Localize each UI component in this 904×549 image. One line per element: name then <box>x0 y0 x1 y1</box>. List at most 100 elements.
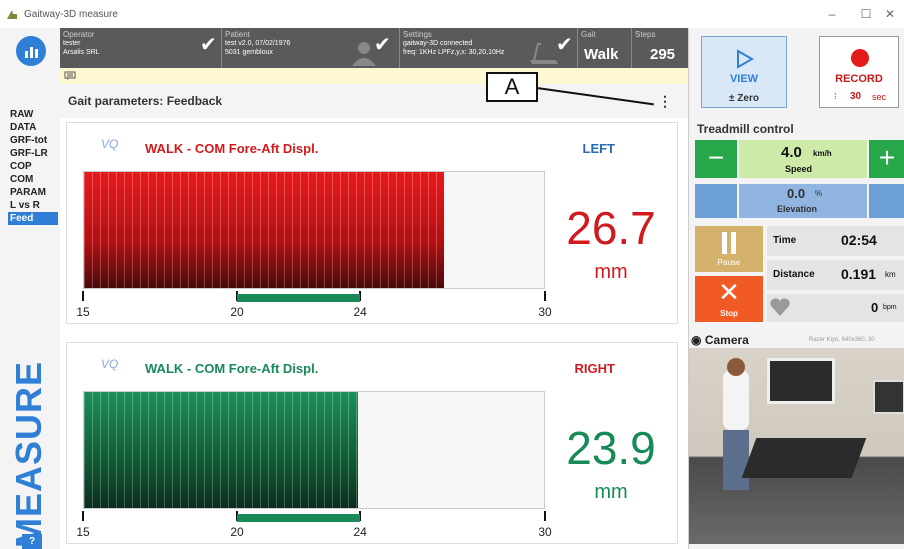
axis-tick <box>82 291 84 301</box>
sidebar-item-data[interactable]: DATA <box>8 121 58 134</box>
gait-label: Gait <box>581 30 596 39</box>
gait-section[interactable]: Gait Walk <box>578 28 632 68</box>
record-duration-unit: sec <box>872 92 887 102</box>
stepper-icon[interactable]: ⁞ <box>834 91 837 101</box>
speed-display: 4.0 km/h Speed <box>739 140 867 178</box>
elevation-increase-button[interactable] <box>869 184 904 218</box>
stop-button[interactable]: ✕ Stop <box>695 276 763 322</box>
speed-label: Speed <box>785 164 813 174</box>
axis-tick-label: 20 <box>230 525 244 539</box>
value-unit: mm <box>594 261 628 283</box>
sidebar-item-feed[interactable]: Feed <box>8 212 58 225</box>
check-icon: ✔ <box>200 34 217 56</box>
value-unit: mm <box>594 481 628 503</box>
sidebar-item-grf-lr[interactable]: GRF-LR <box>8 147 58 160</box>
elevation-decrease-button[interactable] <box>695 184 737 218</box>
camera-title[interactable]: ◉ Camera <box>691 333 749 347</box>
sidebar-item-raw[interactable]: RAW <box>8 108 58 121</box>
minimize-button[interactable]: – <box>822 6 842 22</box>
control-panel: VIEW ± Zero RECORD ⁞ 30 sec Treadmill co… <box>688 28 904 549</box>
params-header: Gait parameters: Feedback ⋮ <box>60 84 688 118</box>
app-icon <box>7 10 17 19</box>
record-duration: 30 <box>850 91 862 102</box>
sidebar-item-cop[interactable]: COP <box>8 160 58 173</box>
axis-tick-label: 30 <box>538 305 552 319</box>
patient-section[interactable]: Patient test v2.0, 07/02/1976 5031 gembl… <box>222 28 400 68</box>
feedback-panel-right: VQ WALK - COM Fore-Aft Displ. RIGHT 15 20… <box>66 342 678 544</box>
patient-info: test v2.0, 07/02/1976 <box>225 40 291 47</box>
patient-label: Patient <box>225 30 250 39</box>
current-value: 23.9 <box>566 422 656 474</box>
sidebar-item-param[interactable]: PARAM <box>8 186 58 199</box>
title-bar: Gaitway-3D measure – ☐ ✕ <box>0 0 904 28</box>
steps-label: Steps <box>635 30 656 39</box>
filter-settings: freq: 1KHz LPFz,y,x: 30,20,10Hz <box>403 49 505 56</box>
operator-name: tester <box>63 40 81 47</box>
record-label: RECORD <box>835 73 883 85</box>
feedback-panel-left: VQ WALK - COM Fore-Aft Displ. LEFT 15 20 2… <box>66 122 678 324</box>
panel-title: WALK - COM Fore-Aft Displ. <box>145 141 319 156</box>
sidebar-item-l-vs-r[interactable]: L vs R <box>8 199 58 212</box>
time-label: Time <box>773 235 797 246</box>
close-button[interactable]: ✕ <box>880 6 900 22</box>
speed-unit: km/h <box>813 149 832 158</box>
current-value: 26.7 <box>566 202 656 254</box>
axis-tick-label: 20 <box>230 305 244 319</box>
device-status: gaitway-3D connected <box>403 40 473 47</box>
axis-tick <box>82 511 84 521</box>
callout-label: A <box>486 72 538 102</box>
sidebar-item-grf-tot[interactable]: GRF-tot <box>8 134 58 147</box>
camera-person-legs <box>723 430 749 490</box>
camera-treadmill <box>741 438 867 478</box>
heart-icon <box>770 298 790 316</box>
heart-rate-unit: bpm <box>883 304 897 311</box>
sidebar-item-com[interactable]: COM <box>8 173 58 186</box>
view-button[interactable]: VIEW ± Zero <box>701 36 787 108</box>
window-title: Gaitway-3D measure <box>24 9 118 20</box>
record-icon <box>851 49 869 67</box>
axis-tick-label: 30 <box>538 525 552 539</box>
time-readout: Time 02:54 <box>767 226 904 256</box>
gait-value: Walk <box>584 46 619 63</box>
distance-readout: Distance 0.191 km <box>767 260 904 290</box>
panel-title: WALK - COM Fore-Aft Displ. <box>145 361 319 376</box>
speed-increase-button[interactable]: + <box>869 140 904 178</box>
speed-decrease-button[interactable]: − <box>695 140 737 178</box>
kebab-menu-icon[interactable]: ⋮ <box>658 92 672 110</box>
operator-label: Operator <box>63 30 95 39</box>
page-title: Gait parameters: Feedback <box>68 94 223 108</box>
axis-tick-label: 24 <box>353 305 367 319</box>
help-button[interactable]: ? <box>22 534 42 549</box>
target-range-marker <box>237 294 361 302</box>
heart-rate-value: 0 <box>871 300 879 315</box>
bar-frame <box>83 391 545 509</box>
record-button[interactable]: RECORD ⁞ 30 sec <box>819 36 899 108</box>
side-label: RIGHT <box>574 361 615 376</box>
app-logo-icon: VQ <box>101 357 119 371</box>
operator-section[interactable]: Operator tester Arsalis SRL ✔ <box>60 28 222 68</box>
check-icon: ✔ <box>374 34 391 56</box>
chart-icon[interactable] <box>16 36 46 66</box>
patient-address: 5031 gembloux <box>225 49 273 56</box>
axis-tick-label: 15 <box>76 305 90 319</box>
value-bar <box>84 392 359 508</box>
elevation-value: 0.0 <box>787 186 806 201</box>
pause-button[interactable]: Pause <box>695 226 763 272</box>
check-icon: ✔ <box>556 34 573 56</box>
settings-section[interactable]: Settings gaitway-3D connected freq: 1KHz… <box>400 28 578 68</box>
bar-frame <box>83 171 545 289</box>
target-range-marker <box>237 514 361 522</box>
comment-icon[interactable] <box>64 71 76 81</box>
steps-section: Steps 295 <box>632 28 688 68</box>
camera-title-text: Camera <box>704 333 749 347</box>
camera-monitor <box>767 358 835 404</box>
zero-button[interactable]: ± Zero <box>702 93 786 104</box>
operator-company: Arsalis SRL <box>63 49 100 56</box>
axis-tick-label: 24 <box>353 525 367 539</box>
stop-label: Stop <box>720 309 738 318</box>
distance-label: Distance <box>773 269 815 280</box>
play-icon <box>737 49 754 69</box>
steps-value: 295 <box>650 46 676 63</box>
app-logo-icon: VQ <box>101 137 119 151</box>
maximize-button[interactable]: ☐ <box>856 6 876 22</box>
